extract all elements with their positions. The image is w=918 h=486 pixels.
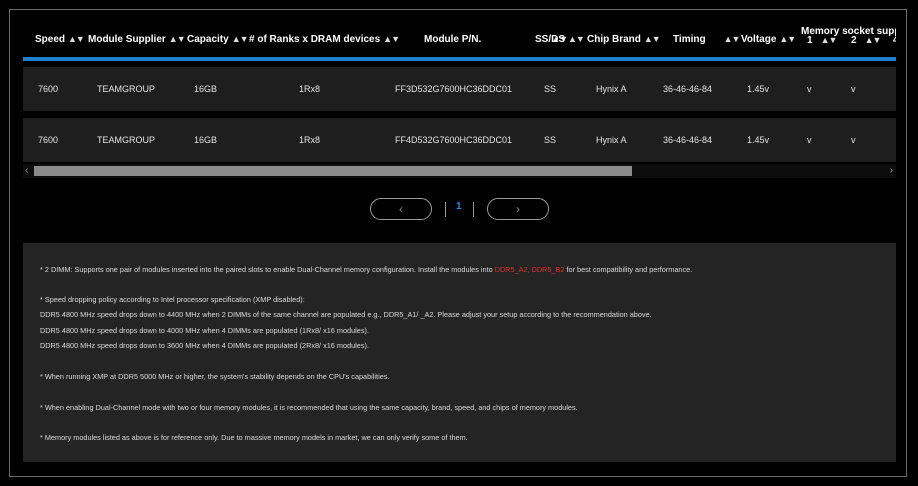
sort-icon[interactable]: ▲▼ bbox=[568, 34, 585, 44]
pagination-divider bbox=[445, 202, 446, 217]
cell-chip-brand: Hynix A bbox=[596, 84, 627, 94]
sort-icon[interactable]: ▲▼ bbox=[68, 34, 85, 44]
scroll-right-icon[interactable]: › bbox=[890, 164, 893, 178]
col-socket-1[interactable]: 1 ▲▼ bbox=[807, 30, 838, 50]
cell-timing: 36-46-46-84 bbox=[663, 135, 713, 145]
cell-speed: 7600 bbox=[38, 84, 59, 94]
note-reference: * Memory modules listed as above is for … bbox=[40, 433, 468, 442]
col-chip-brand[interactable]: Chip Brand ▲▼ bbox=[587, 20, 661, 58]
header-accent-bar bbox=[23, 57, 896, 61]
cell-socket-2: v bbox=[851, 135, 856, 145]
table-header: Speed ▲▼ Module Supplier ▲▼ Capacity ▲▼ # o… bbox=[23, 20, 896, 58]
col-capacity[interactable]: Capacity ▲▼ bbox=[187, 20, 249, 58]
cell-ranks: 1Rx8 bbox=[299, 84, 321, 94]
note-2-dimm: * 2 DIMM: Supports one pair of modules i… bbox=[40, 265, 693, 274]
sort-icon[interactable]: ▲▼ bbox=[383, 34, 400, 44]
table-row: 7600 TEAMGROUP 16GB 1Rx8 FF4D532G7600HC3… bbox=[23, 118, 896, 162]
chevron-left-icon: ‹ bbox=[399, 202, 403, 216]
prev-page-button[interactable]: ‹ bbox=[370, 198, 432, 220]
col-speed[interactable]: Speed ▲▼ bbox=[35, 20, 85, 58]
sort-icon[interactable]: ▲▼ bbox=[865, 35, 882, 45]
sort-icon[interactable]: ▲▼ bbox=[724, 34, 741, 44]
chevron-right-icon: › bbox=[516, 202, 520, 216]
col-socket-4[interactable]: 4 bbox=[893, 30, 896, 50]
cell-socket-1: v bbox=[807, 135, 812, 145]
col-timing[interactable]: Timing ▲▼ bbox=[673, 20, 741, 58]
col-ss-ds[interactable]: SS/DS ▲▼ bbox=[535, 20, 585, 58]
note-xmp: * When running XMP at DDR5 5000 MHz or h… bbox=[40, 372, 390, 381]
cell-module-pn: FF4D532G7600HC36DDC01 bbox=[395, 135, 513, 145]
sort-icon[interactable]: ▲▼ bbox=[779, 34, 796, 44]
cell-ss-ds: SS bbox=[544, 84, 557, 94]
cell-capacity: 16GB bbox=[194, 84, 218, 94]
sort-icon[interactable]: ▲▼ bbox=[232, 34, 249, 44]
memory-qvl-table: Speed ▲▼ Module Supplier ▲▼ Capacity ▲▼ # o… bbox=[23, 20, 896, 178]
cell-socket-1: v bbox=[807, 84, 812, 94]
note-dual-channel: * When enabling Dual-Channel mode with t… bbox=[40, 403, 578, 412]
cell-voltage: 1.45v bbox=[747, 135, 770, 145]
next-page-button[interactable]: › bbox=[487, 198, 549, 220]
slot-highlight: DDR5_A2, DDR5_B2 bbox=[494, 265, 565, 274]
scroll-left-icon[interactable]: ‹ bbox=[25, 164, 28, 178]
cell-speed: 7600 bbox=[38, 135, 59, 145]
cell-supplier: TEAMGROUP bbox=[97, 135, 156, 145]
cell-chip-brand: Hynix A bbox=[596, 135, 627, 145]
pagination-divider bbox=[473, 202, 474, 217]
table-row: 7600 TEAMGROUP 16GB 1Rx8 FF3D532G7600HC3… bbox=[23, 67, 896, 111]
note-speed-policy: * Speed dropping policy according to Int… bbox=[40, 295, 305, 304]
cell-timing: 36-46-46-84 bbox=[663, 84, 713, 94]
cell-voltage: 1.45v bbox=[747, 84, 770, 94]
cell-module-pn: FF3D532G7600HC36DDC01 bbox=[395, 84, 513, 94]
cell-capacity: 16GB bbox=[194, 135, 218, 145]
cell-supplier: TEAMGROUP bbox=[97, 84, 156, 94]
notes-panel: * 2 DIMM: Supports one pair of modules i… bbox=[23, 243, 896, 462]
col-voltage[interactable]: Voltage ▲▼ bbox=[741, 20, 796, 58]
sort-icon[interactable]: ▲▼ bbox=[644, 34, 661, 44]
note-speed-line: DDR5 4800 MHz speed drops down to 4000 M… bbox=[40, 326, 369, 335]
note-speed-line: DDR5 4800 MHz speed drops down to 4400 M… bbox=[40, 310, 652, 319]
col-module-supplier[interactable]: Module Supplier ▲▼ bbox=[88, 20, 186, 58]
cell-ranks: 1Rx8 bbox=[299, 135, 321, 145]
horizontal-scrollbar[interactable]: ‹ › bbox=[23, 164, 896, 178]
sort-icon[interactable]: ▲▼ bbox=[821, 35, 838, 45]
page-number[interactable]: 1 bbox=[456, 201, 462, 212]
note-speed-line: DDR5 4800 MHz speed drops down to 3600 M… bbox=[40, 341, 369, 350]
pagination: ‹ 1 › bbox=[0, 198, 918, 222]
col-ranks[interactable]: # of Ranks x DRAM devices ▲▼ bbox=[249, 20, 400, 58]
cell-socket-2: v bbox=[851, 84, 856, 94]
col-socket-2[interactable]: 2 ▲▼ bbox=[851, 30, 882, 50]
sort-icon[interactable]: ▲▼ bbox=[169, 34, 186, 44]
scrollbar-thumb[interactable] bbox=[34, 166, 632, 176]
cell-ss-ds: SS bbox=[544, 135, 557, 145]
